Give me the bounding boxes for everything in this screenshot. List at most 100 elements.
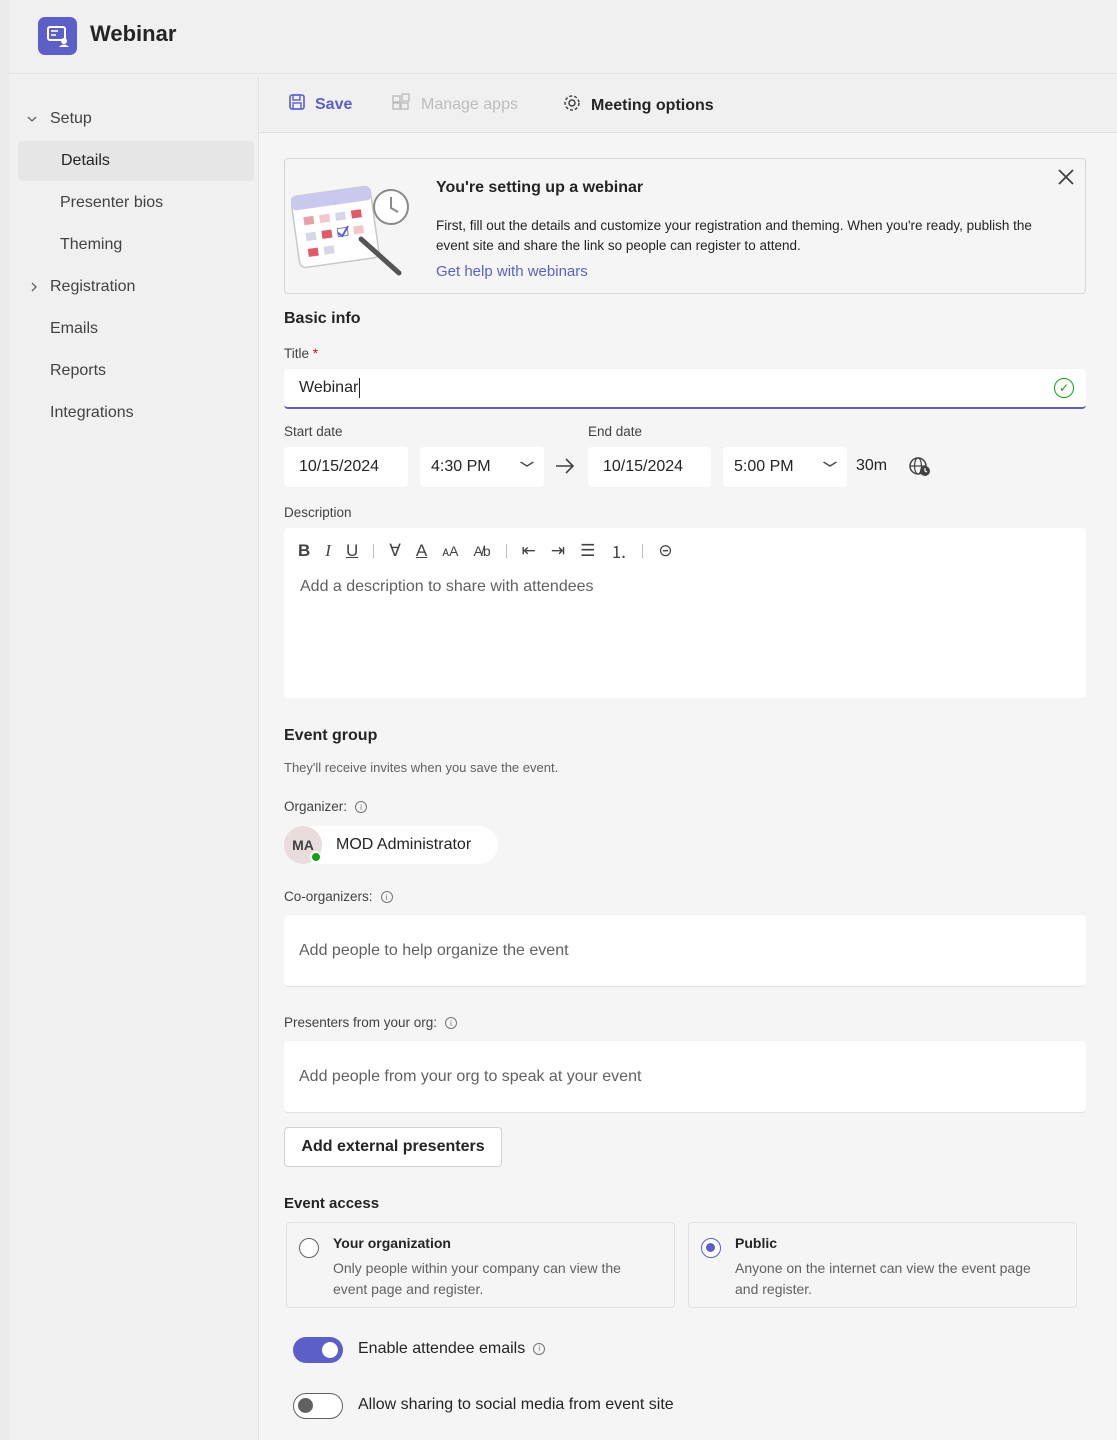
webinar-app-icon (38, 17, 77, 55)
end-date-label: End date (588, 424, 643, 439)
app-title: Webinar (90, 21, 177, 46)
setup-info-banner: You're setting up a webinar First, fill … (284, 158, 1086, 294)
font-color-icon[interactable]: A (416, 541, 427, 561)
manage-apps-label: Manage apps (421, 95, 518, 113)
apps-icon (392, 93, 412, 116)
app-header: Webinar (9, 0, 1117, 74)
basic-info-heading: Basic info (284, 310, 361, 327)
chevron-right-icon[interactable] (29, 281, 39, 295)
calendar-illustration-icon (290, 179, 416, 282)
info-icon[interactable]: i (533, 1342, 546, 1355)
social-sharing-toggle[interactable] (293, 1393, 343, 1419)
start-date-value: 10/15/2024 (299, 458, 380, 475)
sidebar-item-details[interactable]: Details (61, 152, 110, 170)
toolbar-divider (642, 543, 644, 558)
radio-public[interactable] (701, 1238, 721, 1258)
required-marker: * (312, 346, 319, 361)
text-cursor (359, 378, 361, 398)
highlight-icon[interactable]: ∀ (389, 541, 401, 561)
start-time-dropdown[interactable]: 4:30 PM (420, 447, 544, 487)
save-button[interactable]: Save (288, 93, 352, 116)
social-sharing-label: Allow sharing to social media from event… (358, 1396, 674, 1413)
end-date-value: 10/15/2024 (603, 458, 684, 475)
radio-organization[interactable] (299, 1238, 319, 1258)
avatar: MA (284, 826, 322, 864)
info-icon[interactable]: i (380, 891, 393, 904)
close-icon[interactable] (1057, 165, 1075, 193)
presenters-placeholder: Add people from your org to speak at you… (299, 1067, 642, 1085)
main-content: You're setting up a webinar First, fill … (260, 134, 1117, 1440)
access-option-public[interactable]: Public Anyone on the internet can view t… (688, 1222, 1077, 1308)
sidebar-nav: Setup Details Presenter bios Theming Reg… (9, 75, 259, 1440)
title-label-text: Title (284, 346, 310, 361)
event-access-heading: Event access (284, 1195, 380, 1212)
organizer-label-text: Organizer: (284, 799, 348, 814)
start-time-value: 4:30 PM (431, 458, 491, 475)
info-icon[interactable]: i (445, 1017, 458, 1030)
end-time-value: 5:00 PM (734, 458, 794, 475)
coorganizers-label: Co-organizers: i (284, 889, 393, 904)
description-placeholder: Add a description to share with attendee… (300, 578, 594, 595)
sidebar-selected-highlight (18, 141, 254, 181)
end-time-dropdown[interactable]: 5:00 PM (723, 447, 847, 487)
organizer-label: Organizer: i (284, 799, 368, 814)
sidebar-item-theming[interactable]: Theming (60, 236, 122, 254)
end-date-input[interactable]: 10/15/2024 (588, 447, 711, 487)
access-option-desc: Anyone on the internet can view the even… (735, 1260, 1031, 1297)
attendee-emails-toggle[interactable] (293, 1337, 343, 1363)
presence-available-icon (310, 851, 322, 863)
start-date-input[interactable]: 10/15/2024 (284, 447, 408, 487)
manage-apps-button[interactable]: Manage apps (392, 93, 518, 116)
help-webinars-link[interactable]: Get help with webinars (436, 263, 588, 280)
sidebar-item-registration[interactable]: Registration (50, 278, 135, 296)
sidebar-item-setup[interactable]: Setup (50, 110, 92, 128)
duration-text: 30m (856, 457, 888, 474)
access-option-organization[interactable]: Your organization Only people within you… (286, 1222, 675, 1308)
bullet-list-icon[interactable]: ☰ (580, 541, 595, 561)
numbered-list-icon[interactable]: ⒈ (610, 538, 627, 563)
timezone-globe-icon[interactable] (908, 456, 932, 481)
event-group-heading: Event group (284, 727, 378, 744)
banner-title: You're setting up a webinar (436, 179, 644, 196)
coorganizers-label-text: Co-organizers: (284, 889, 373, 904)
access-option-title: Public (735, 1235, 778, 1251)
access-option-title: Your organization (333, 1235, 451, 1251)
font-size-icon[interactable]: ᴀA (442, 543, 458, 559)
check-circle-icon: ✓ (1054, 378, 1074, 398)
underline-icon[interactable]: U (346, 541, 358, 561)
meeting-options-label: Meeting options (591, 96, 714, 114)
attendee-emails-label: Enable attendee emails i (358, 1340, 546, 1358)
italic-icon[interactable]: I (325, 541, 331, 561)
arrow-right-icon (554, 456, 576, 479)
increase-indent-icon[interactable]: ⇥ (551, 541, 565, 561)
meeting-options-button[interactable]: Meeting options (562, 93, 714, 118)
sidebar-item-reports[interactable]: Reports (50, 362, 106, 380)
clear-format-icon[interactable]: A̸b (474, 543, 491, 559)
coorganizers-input[interactable]: Add people to help organize the event (284, 915, 1086, 987)
start-date-label: Start date (284, 424, 343, 439)
avatar-initials: MA (292, 837, 314, 853)
decrease-indent-icon[interactable]: ⇤ (522, 541, 536, 561)
coorganizers-placeholder: Add people to help organize the event (299, 941, 569, 959)
chevron-down-icon (822, 457, 838, 472)
info-icon[interactable]: i (355, 801, 368, 814)
bold-icon[interactable]: B (298, 541, 310, 561)
add-external-presenters-button[interactable]: Add external presenters (284, 1127, 502, 1167)
presenters-input[interactable]: Add people from your org to speak at you… (284, 1041, 1086, 1113)
link-icon[interactable]: ⊝ (658, 541, 672, 561)
title-input[interactable]: Webinar ✓ (284, 369, 1086, 409)
title-value: Webinar (299, 379, 359, 396)
save-icon (288, 93, 306, 116)
sidebar-item-emails[interactable]: Emails (50, 320, 98, 338)
organizer-chip[interactable]: MA MOD Administrator (284, 826, 498, 864)
sidebar-item-integrations[interactable]: Integrations (50, 404, 134, 422)
description-editor[interactable]: B I U ∀ A ᴀA A̸b ⇤ ⇥ ☰ ⒈ ⊝ Add a descrip… (284, 528, 1086, 698)
rich-text-toolbar: B I U ∀ A ᴀA A̸b ⇤ ⇥ ☰ ⒈ ⊝ (298, 538, 673, 563)
title-label: Title * (284, 346, 318, 361)
organizer-name: MOD Administrator (336, 836, 472, 853)
access-option-desc: Only people within your company can view… (333, 1260, 621, 1297)
save-label: Save (315, 95, 353, 113)
sidebar-item-presenter-bios[interactable]: Presenter bios (60, 194, 163, 212)
chevron-down-icon[interactable] (27, 113, 37, 127)
chevron-down-icon (519, 457, 535, 472)
